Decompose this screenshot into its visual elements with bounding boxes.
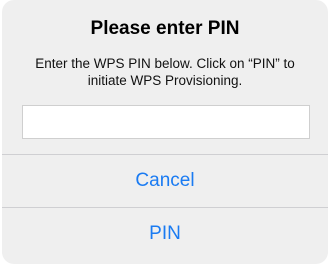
cancel-button[interactable]: Cancel [2,155,328,207]
dialog-message: Enter the WPS PIN below. Click on “PIN” … [35,56,295,88]
dialog-title: Please enter PIN [90,18,240,39]
pin-dialog: Please enter PIN Enter the WPS PIN below… [2,0,328,264]
pin-button[interactable]: PIN [2,208,328,260]
pin-input[interactable] [22,105,310,139]
